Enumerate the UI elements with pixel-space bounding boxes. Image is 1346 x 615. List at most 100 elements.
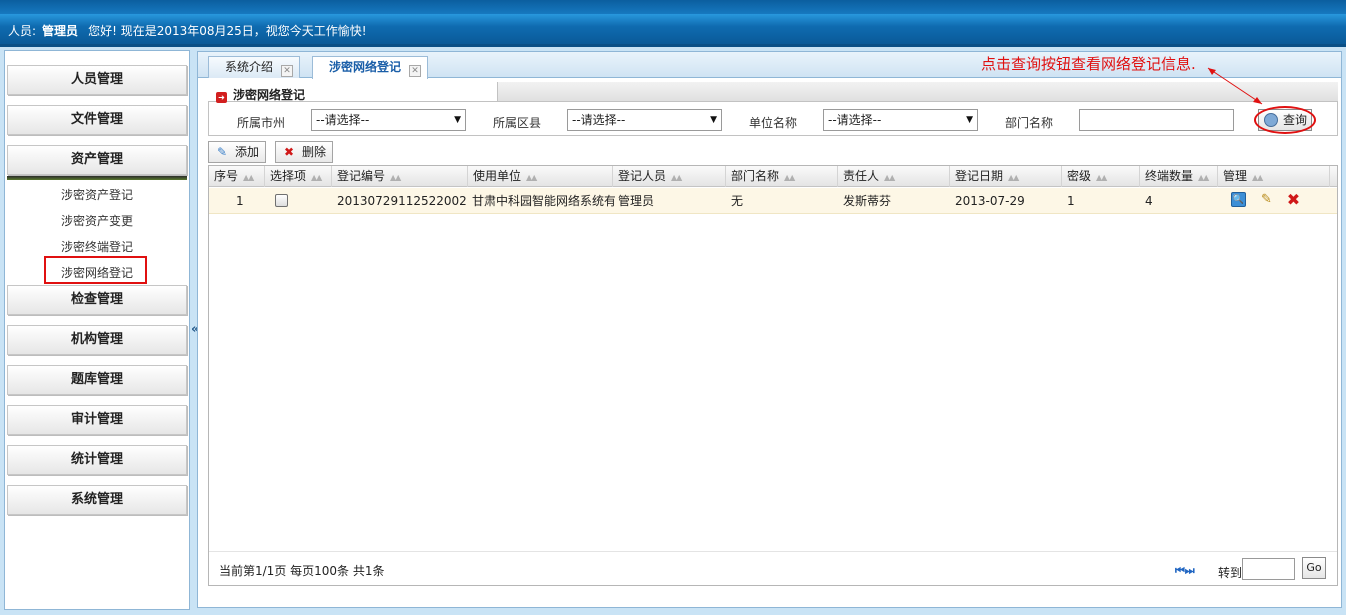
column-header[interactable]: 登记人员 ▲▲: [613, 166, 726, 187]
delete-icon: ✖: [283, 145, 295, 159]
close-icon[interactable]: ✕: [409, 65, 422, 77]
county-select[interactable]: --请选择-- ▼: [567, 109, 722, 131]
city-select-value: --请选择--: [316, 113, 370, 127]
menu-organization[interactable]: 机构管理: [7, 325, 187, 355]
tab-network-register[interactable]: 涉密网络登记 ✕: [312, 56, 429, 79]
column-header[interactable]: 部门名称 ▲▲: [726, 166, 838, 187]
sort-icon: ▲▲: [784, 173, 795, 182]
delete-button[interactable]: ✖ 删除: [275, 141, 334, 163]
sort-icon: ▲▲: [390, 173, 401, 182]
unit-label: 单位名称: [749, 116, 798, 130]
menu-assets[interactable]: 资产管理: [7, 145, 187, 175]
add-button[interactable]: ✎ 添加: [208, 141, 267, 163]
column-header[interactable]: 管理 ▲▲: [1218, 166, 1330, 187]
sub-item-asset-change[interactable]: 涉密资产变更: [5, 212, 189, 229]
menu-question-bank[interactable]: 题库管理: [7, 365, 187, 395]
column-header-label: 使用单位: [473, 169, 522, 183]
menu-inspection[interactable]: 检查管理: [7, 285, 187, 315]
column-header-label: 部门名称: [731, 169, 780, 183]
data-grid: 序号 ▲▲ 选择项 ▲▲ 登记编号 ▲▲ 使用单位 ▲▲ 登记人员 ▲▲ 部门名称 ▲▲ 责…: [208, 165, 1338, 586]
form-title: ➜ 涉密网络登记: [216, 86, 305, 103]
menu-audit[interactable]: 审计管理: [7, 405, 187, 435]
sub-item-asset-register[interactable]: 涉密资产登记: [5, 186, 189, 203]
sub-item-terminal-register[interactable]: 涉密终端登记: [5, 238, 189, 255]
add-icon: ✎: [216, 145, 228, 159]
cell-unit: 甘肃中科园智能网络系统有: [472, 194, 615, 208]
row-checkbox[interactable]: [275, 194, 288, 207]
sort-icon: ▲▲: [884, 173, 895, 182]
column-header[interactable]: 登记日期 ▲▲: [950, 166, 1062, 187]
menu-personnel[interactable]: 人员管理: [7, 65, 187, 95]
menu-files[interactable]: 文件管理: [7, 105, 187, 135]
sort-icon: ▲▲: [243, 173, 254, 182]
pagination-status: 当前第1/1页 每页100条 共1条: [219, 564, 385, 578]
grid-header: 序号 ▲▲ 选择项 ▲▲ 登记编号 ▲▲ 使用单位 ▲▲ 登记人员 ▲▲ 部门名称 ▲▲ 责…: [209, 166, 1337, 187]
user-label: 人员:: [8, 24, 37, 38]
column-header-label: 序号: [214, 169, 239, 183]
close-icon[interactable]: ✕: [281, 65, 294, 77]
page-nav-icons[interactable]: ⏮ ⏭: [1175, 564, 1195, 578]
cell-terminals: 4: [1145, 194, 1153, 208]
cell-date: 2013-07-29: [955, 194, 1025, 208]
unit-select[interactable]: --请选择-- ▼: [823, 109, 978, 131]
sidebar: 人员管理 文件管理 资产管理 涉密资产登记 涉密资产变更 涉密终端登记 涉密网络…: [4, 50, 190, 610]
goto-label: 转到: [1218, 566, 1243, 580]
tab-system-intro[interactable]: 系统介绍 ✕: [208, 56, 301, 78]
cell-reg-no: 20130729112522002: [337, 194, 467, 208]
form-title-text: 涉密网络登记: [233, 88, 306, 102]
cell-owner: 发斯蒂芬: [843, 194, 892, 208]
column-header-label: 终端数量: [1145, 169, 1194, 183]
header-info: 人员: 管理员 您好! 现在是2013年08月25日，视您今天工作愉快!: [8, 22, 367, 39]
column-header[interactable]: 选择项 ▲▲: [265, 166, 332, 187]
menu-active-indicator: [7, 176, 187, 180]
greeting-text: 您好! 现在是2013年08月25日，视您今天工作愉快!: [88, 24, 367, 38]
county-label: 所属区县: [493, 116, 542, 130]
column-header-label: 管理: [1223, 169, 1248, 183]
column-header[interactable]: 密级 ▲▲: [1062, 166, 1140, 187]
tab-label: 涉密网络登记: [329, 60, 402, 74]
add-label: 添加: [235, 145, 260, 159]
dept-label: 部门名称: [1005, 116, 1054, 130]
cell-seq: 1: [236, 194, 244, 208]
delete-label: 删除: [302, 145, 327, 159]
go-button[interactable]: Go: [1302, 557, 1326, 579]
column-header[interactable]: 责任人 ▲▲: [838, 166, 950, 187]
menu-statistics[interactable]: 统计管理: [7, 445, 187, 475]
column-header[interactable]: 使用单位 ▲▲: [468, 166, 613, 187]
goto-page-input[interactable]: [1242, 558, 1295, 580]
county-select-value: --请选择--: [572, 113, 626, 127]
column-header[interactable]: 终端数量 ▲▲: [1140, 166, 1218, 187]
column-header[interactable]: 序号 ▲▲: [209, 166, 265, 187]
menu-system[interactable]: 系统管理: [7, 485, 187, 515]
header-stripe: [0, 0, 1346, 14]
chevron-down-icon: ▼: [710, 115, 717, 125]
column-header-label: 登记人员: [618, 169, 667, 183]
sort-icon: ▲▲: [1198, 173, 1209, 182]
sort-icon: ▲▲: [1252, 173, 1263, 182]
annotation-text: 点击查询按钮查看网络登记信息.: [981, 55, 1196, 73]
cell-dept: 无: [731, 194, 744, 208]
column-header[interactable]: 登记编号 ▲▲: [332, 166, 468, 187]
form-title-bar: [498, 82, 1338, 102]
tab-label: 系统介绍: [225, 60, 274, 74]
arrow-icon: ➜: [216, 92, 227, 103]
sort-icon: ▲▲: [1096, 173, 1107, 182]
dept-input[interactable]: [1079, 109, 1234, 131]
city-select[interactable]: --请选择-- ▼: [311, 109, 466, 131]
column-header-label: 登记日期: [955, 169, 1004, 183]
highlight-box: [44, 256, 147, 284]
edit-icon[interactable]: ✎: [1259, 192, 1274, 207]
highlight-ellipse: [1254, 106, 1316, 134]
view-icon[interactable]: 🔍: [1231, 192, 1246, 207]
table-row[interactable]: 1 20130729112522002 甘肃中科园智能网络系统有 管理员 无 发…: [209, 188, 1337, 214]
user-name: 管理员: [42, 24, 79, 38]
grid-footer: 当前第1/1页 每页100条 共1条 ⏮ ⏭ 转到 Go: [209, 551, 1337, 585]
chevron-down-icon: ▼: [454, 115, 461, 125]
chevron-down-icon: ▼: [966, 115, 973, 125]
sort-icon: ▲▲: [1008, 173, 1019, 182]
column-header-label: 责任人: [843, 169, 880, 183]
cell-level: 1: [1067, 194, 1075, 208]
unit-select-value: --请选择--: [828, 113, 882, 127]
delete-row-icon[interactable]: ✖: [1286, 192, 1301, 208]
top-header: 人员: 管理员 您好! 现在是2013年08月25日，视您今天工作愉快!: [0, 0, 1346, 47]
